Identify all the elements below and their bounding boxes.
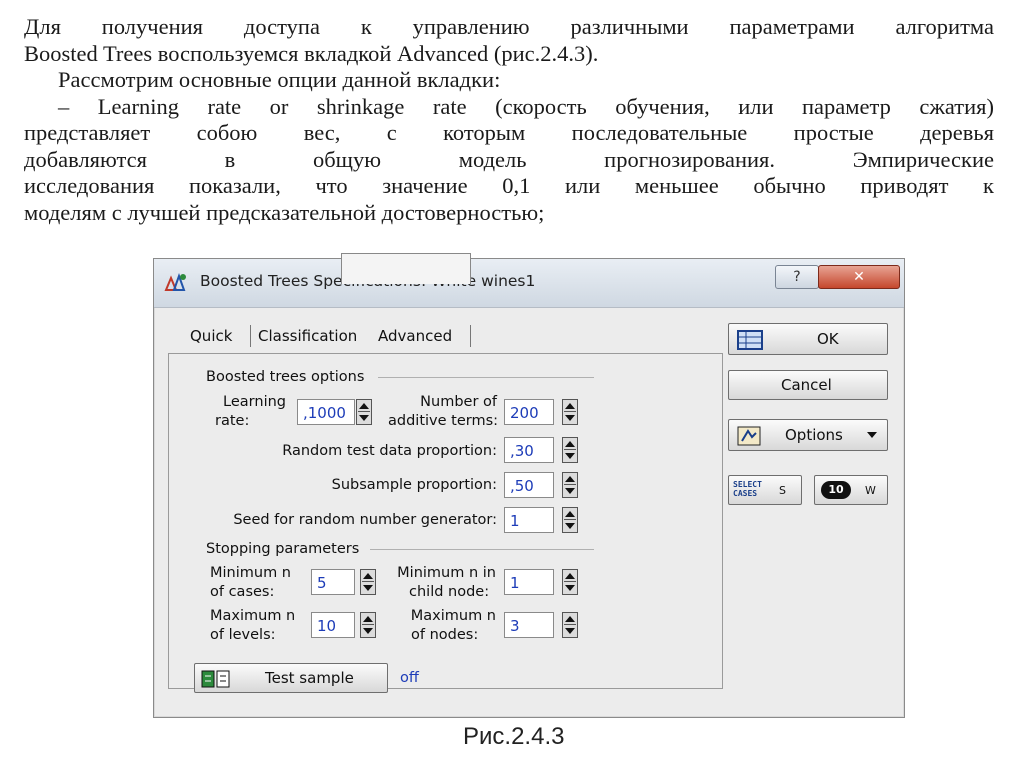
tab-separator [470, 325, 471, 347]
paragraph-3-line-5: моделям с лучшей предсказательной достов… [24, 199, 545, 225]
max-nodes-spinner[interactable] [562, 612, 578, 638]
min-cases-input[interactable]: 5 [311, 569, 355, 595]
tab-quick[interactable]: Quick [190, 327, 232, 345]
test-sample-label: Test sample [265, 669, 354, 687]
subsample-spinner[interactable] [562, 472, 578, 498]
group-divider [370, 549, 594, 550]
additive-terms-label-line2: additive terms: [388, 413, 499, 429]
max-levels-spinner[interactable] [360, 612, 376, 638]
paragraph-1-line-2: Boosted Trees воспользуемся вкладкой Adv… [24, 40, 599, 66]
paragraph-3-line-3: добавляются в общую модель прогнозирован… [24, 146, 994, 172]
random-test-input[interactable]: ,30 [504, 437, 554, 463]
subsample-label: Subsample proportion: [331, 477, 497, 493]
paragraph-1-line-1: Для получения доступа к управлению разли… [24, 14, 994, 39]
options-button[interactable]: Options [728, 419, 888, 451]
active-tab-frame [341, 253, 471, 284]
max-levels-label-line1: Maximum n [210, 608, 296, 624]
random-test-spinner[interactable] [562, 437, 578, 463]
weight-button[interactable]: 10 W [814, 475, 888, 505]
tab-advanced[interactable]: Advanced [378, 327, 452, 345]
max-nodes-label-line1: Maximum n [410, 608, 496, 624]
seed-label: Seed for random number generator: [233, 512, 497, 528]
random-test-label: Random test data proportion: [282, 443, 497, 459]
title-bar[interactable]: Boosted Trees Specifications: White wine… [154, 259, 904, 308]
help-button[interactable]: ? [775, 265, 819, 289]
select-cases-icon-text-1: SELECT [733, 480, 762, 489]
weight-suffix: W [865, 483, 876, 497]
dropdown-arrow-icon [867, 432, 877, 438]
boosted-trees-options-heading: Boosted trees options [206, 369, 365, 385]
ok-table-icon [737, 330, 763, 350]
min-cases-label-line1: Minimum n [210, 565, 291, 581]
additive-terms-label-line1: Number of [420, 394, 497, 410]
paragraph-3-line-4: исследования показали, что значение 0,1 … [24, 173, 994, 198]
boosted-trees-dialog: Boosted Trees Specifications: White wine… [153, 253, 905, 718]
max-levels-input[interactable]: 10 [311, 612, 355, 638]
additive-terms-spinner[interactable] [562, 399, 578, 425]
seed-spinner[interactable] [562, 507, 578, 533]
paragraph-3-line-2: представляет собою вес, с которым послед… [24, 120, 994, 145]
max-levels-label-line2: of levels: [210, 627, 276, 643]
max-nodes-input[interactable]: 3 [504, 612, 554, 638]
stopping-parameters-heading: Stopping parameters [206, 541, 360, 557]
cancel-label: Cancel [781, 376, 832, 394]
select-cases-button[interactable]: SELECT CASES S [728, 475, 802, 505]
learning-rate-spinner[interactable] [356, 399, 372, 425]
tab-classification[interactable]: Classification [258, 327, 357, 345]
min-child-spinner[interactable] [562, 569, 578, 595]
paragraph-2: Рассмотрим основные опции данной вкладки… [58, 67, 501, 92]
learning-rate-label-line1: Learning [223, 394, 286, 410]
min-cases-label-line2: of cases: [210, 584, 275, 600]
options-label: Options [785, 426, 843, 444]
select-cases-icon: SELECT CASES [733, 480, 767, 500]
figure-caption: Рис.2.4.3 [463, 723, 565, 750]
min-child-label-line2: child node: [409, 584, 490, 600]
additive-terms-input[interactable]: 200 [504, 399, 554, 425]
test-sample-button[interactable]: Test sample [194, 663, 388, 693]
ok-button[interactable]: OK [728, 323, 888, 355]
close-button[interactable]: ✕ [818, 265, 900, 289]
min-child-input[interactable]: 1 [504, 569, 554, 595]
min-child-label-line1: Minimum n in [397, 565, 496, 581]
subsample-input[interactable]: ,50 [504, 472, 554, 498]
select-cases-icon-text-2: CASES [733, 489, 758, 498]
test-sample-icon [201, 670, 230, 688]
tab-separator [250, 325, 251, 347]
options-icon [737, 426, 761, 446]
document-text: Для получения доступа к управлению разли… [24, 14, 994, 226]
max-nodes-label-line2: of nodes: [411, 627, 479, 643]
ok-label: OK [817, 330, 839, 348]
test-sample-status: off [400, 670, 419, 686]
seed-input[interactable]: 1 [504, 507, 554, 533]
weight-icon-text: 10 [828, 483, 844, 496]
select-cases-suffix: S [779, 483, 786, 497]
boosted-trees-app-icon [164, 273, 186, 291]
learning-rate-label-line2: rate: [215, 413, 250, 429]
cancel-button[interactable]: Cancel [728, 370, 888, 400]
group-divider [378, 377, 594, 378]
min-cases-spinner[interactable] [360, 569, 376, 595]
weight-icon: 10 [821, 481, 851, 499]
paragraph-3-line-1: – Learning rate or shrinkage rate (скоро… [58, 93, 994, 119]
learning-rate-input[interactable]: ,1000 [297, 399, 355, 425]
